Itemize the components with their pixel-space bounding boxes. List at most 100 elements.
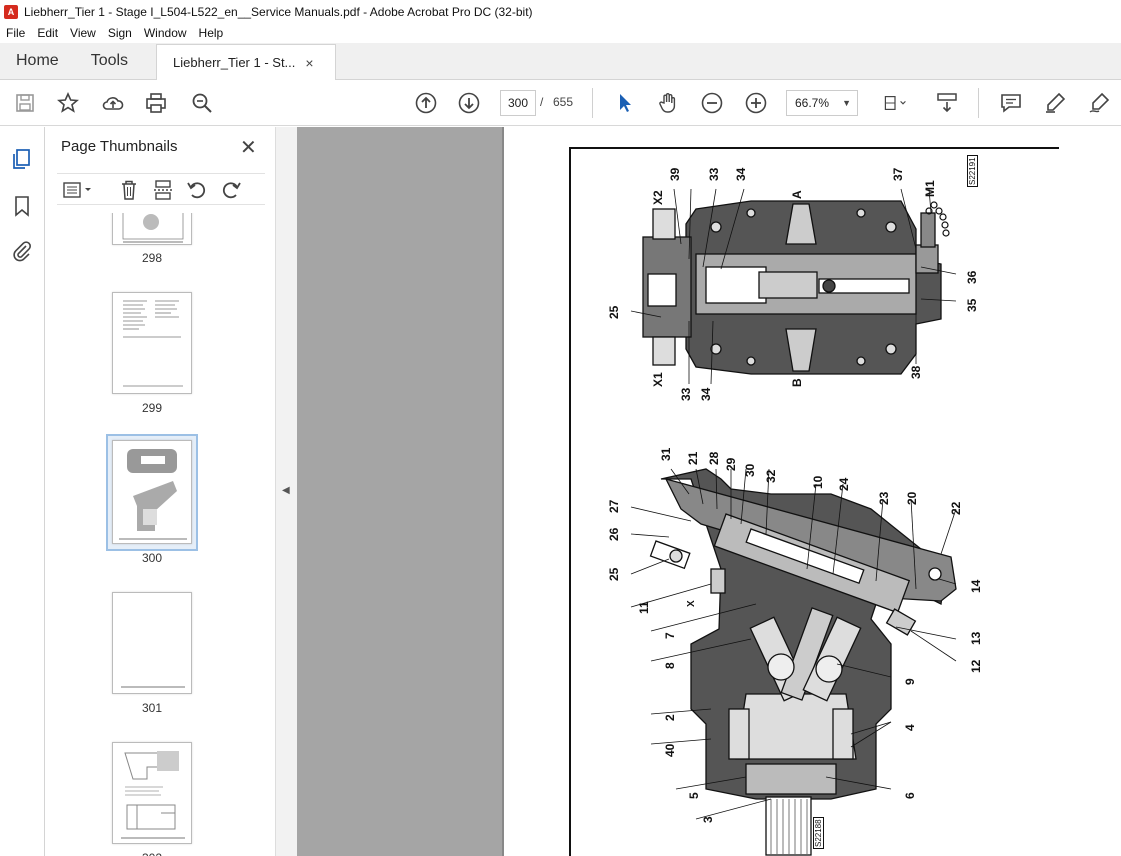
thumbnail-page[interactable]	[112, 292, 192, 394]
delete-trash-icon[interactable]	[117, 178, 141, 202]
window-title: Liebherr_Tier 1 - Stage I_L504-L522_en__…	[24, 4, 533, 19]
callout-label: 13	[969, 631, 983, 645]
callout-label: 7	[663, 632, 677, 639]
callout-label: 30	[743, 463, 757, 477]
callout-label: 40	[663, 743, 677, 757]
zoom-search-icon[interactable]	[189, 90, 215, 116]
callout-label: 6	[903, 792, 917, 799]
extract-page-icon[interactable]	[151, 178, 175, 202]
save-icon[interactable]	[12, 90, 38, 116]
hand-tool-icon[interactable]	[655, 90, 681, 116]
callout-label: 29	[724, 457, 738, 471]
callout-label: 23	[877, 491, 891, 505]
callout-label: 8	[663, 662, 677, 669]
thumbnails-toolbar	[57, 173, 265, 205]
zoom-in-icon[interactable]	[743, 90, 769, 116]
callout-label: 21	[686, 451, 700, 465]
callout-label: 3	[701, 816, 715, 823]
callout-label: X2	[651, 190, 665, 205]
panel-splitter[interactable]: ◀	[275, 127, 297, 856]
thumbnail-page[interactable]	[112, 440, 192, 544]
page-number-input[interactable]: 300	[500, 90, 536, 116]
top-valve-block	[642, 200, 942, 375]
callout-x: X	[686, 600, 697, 607]
thumbnail-list: 298 299 300 301	[45, 213, 255, 856]
previous-page-icon[interactable]	[413, 90, 439, 116]
sign-pen-icon[interactable]	[1086, 90, 1112, 116]
tab-document-label: Liebherr_Tier 1 - St...	[173, 55, 296, 70]
left-icon-rail	[0, 127, 45, 856]
page-separator: /	[540, 95, 544, 109]
toolbar-divider	[592, 88, 593, 118]
menu-window[interactable]: Window	[138, 26, 193, 40]
document-view[interactable]: X2 39 33 34 A B 37 M1 36 35 38 25 X1 33 …	[297, 127, 1121, 856]
tab-home[interactable]: Home	[0, 43, 75, 79]
panel-title: Page Thumbnails	[61, 138, 178, 155]
callout-label: 4	[903, 724, 917, 731]
thumbnail-label: 300	[141, 551, 163, 565]
menu-bar: File Edit View Sign Window Help	[0, 23, 1121, 43]
callout-label: 36	[965, 270, 979, 284]
page-thumbnails-panel: Page Thumbnails ✕ 298 299 300 301	[45, 127, 314, 856]
menu-edit[interactable]: Edit	[31, 26, 64, 40]
thumbnail-page[interactable]	[112, 742, 192, 844]
thumbnail-page[interactable]	[112, 213, 192, 245]
collapse-panel-icon[interactable]: ◀	[282, 485, 290, 496]
rotate-clockwise-icon[interactable]	[219, 178, 243, 202]
rotate-counterclockwise-icon[interactable]	[185, 178, 209, 202]
menu-view[interactable]: View	[64, 26, 102, 40]
previous-page-gray	[297, 127, 502, 856]
callout-label: 38	[909, 365, 923, 379]
zoom-out-icon[interactable]	[699, 90, 725, 116]
thumbnail-label: 299	[141, 401, 163, 415]
main-toolbar: 300 / 655 66.7% ▼	[0, 80, 1121, 126]
upload-cloud-icon[interactable]	[100, 90, 126, 116]
callout-label: 28	[707, 451, 721, 465]
callout-label: 34	[734, 167, 748, 181]
callout-label: 12	[969, 659, 983, 673]
toolbar-divider	[978, 88, 979, 118]
highlight-pen-icon[interactable]	[1042, 90, 1068, 116]
scroll-mode-icon[interactable]	[934, 90, 960, 116]
menu-file[interactable]: File	[0, 26, 31, 40]
zoom-level-value: 66.7%	[795, 96, 830, 110]
callout-label: 27	[607, 499, 621, 513]
menu-sign[interactable]: Sign	[102, 26, 138, 40]
print-icon[interactable]	[143, 90, 169, 116]
pump-cross-section-drawing	[630, 188, 957, 856]
select-cursor-icon[interactable]	[612, 90, 638, 116]
title-bar: A Liebherr_Tier 1 - Stage I_L504-L522_en…	[0, 0, 1121, 23]
callout-x1: X1	[651, 372, 665, 387]
tab-tools[interactable]: Tools	[75, 43, 144, 79]
callout-label: 20	[905, 491, 919, 505]
options-menu-icon[interactable]	[61, 178, 95, 202]
fit-page-icon[interactable]	[878, 90, 912, 116]
callout-label: 22	[949, 501, 963, 515]
star-icon[interactable]	[55, 90, 81, 116]
zoom-level-select[interactable]: 66.7% ▼	[786, 90, 858, 116]
next-page-icon[interactable]	[456, 90, 482, 116]
chevron-down-icon: ▼	[842, 98, 851, 108]
tab-close-icon[interactable]: ×	[305, 55, 313, 71]
callout-label: 25	[607, 567, 621, 581]
drawing-id: S22191	[967, 155, 978, 187]
callout-label: 35	[965, 298, 979, 312]
attachment-icon[interactable]	[10, 239, 34, 263]
thumbnail-page[interactable]	[112, 592, 192, 694]
tab-document[interactable]: Liebherr_Tier 1 - St... ×	[156, 44, 337, 80]
callout-b: B	[790, 378, 804, 387]
callout-label: 2	[663, 714, 677, 721]
technical-drawing: X2 39 33 34 A B 37 M1 36 35 38 25 X1 33 …	[569, 147, 1059, 856]
menu-help[interactable]: Help	[193, 26, 230, 40]
close-icon[interactable]: ✕	[240, 135, 257, 160]
callout-label: 14	[969, 579, 983, 593]
callout-label: 24	[837, 477, 851, 491]
comment-icon[interactable]	[998, 90, 1024, 116]
page-thumbnails-icon[interactable]	[10, 147, 34, 171]
thumbnail-label: 302	[112, 851, 192, 856]
bookmark-icon[interactable]	[10, 194, 34, 218]
callout-label: 39	[668, 167, 682, 181]
page-total: 655	[553, 95, 574, 109]
callout-label: 26	[607, 527, 621, 541]
callout-label: 31	[659, 447, 673, 461]
